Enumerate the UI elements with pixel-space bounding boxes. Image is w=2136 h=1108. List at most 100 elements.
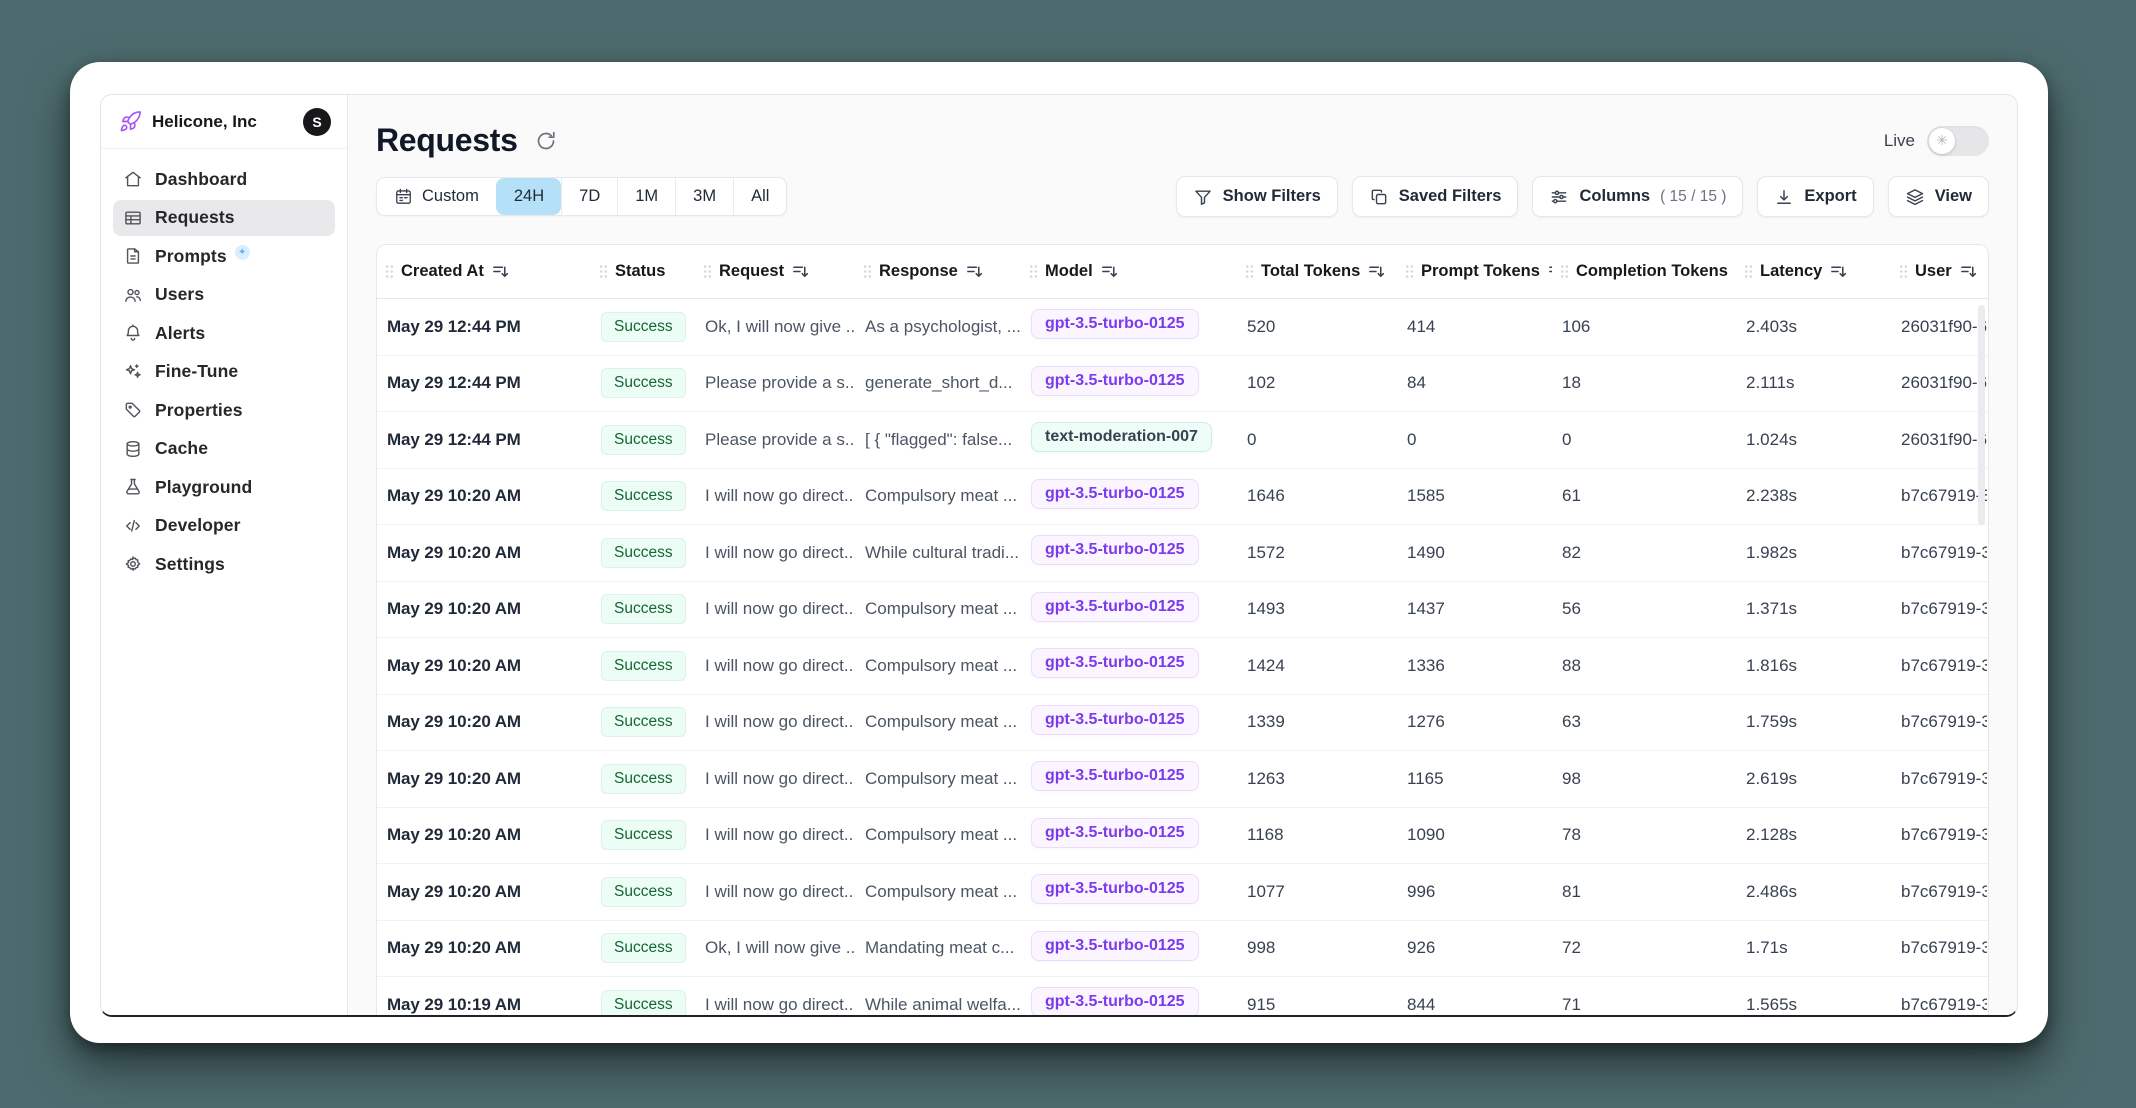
table-row[interactable]: May 29 10:20 AMSuccessI will now go dire… — [377, 582, 1988, 639]
requests-table: Created AtStatusRequestResponseModelTota… — [376, 244, 1989, 1015]
cell-response: While animal welfa... — [855, 995, 1021, 1015]
time-range-7d[interactable]: 7D — [561, 178, 617, 215]
column-label: Latency — [1760, 262, 1822, 281]
model-badge: gpt-3.5-turbo-0125 — [1031, 987, 1199, 1015]
sidebar-item-alerts[interactable]: Alerts — [113, 315, 335, 351]
column-header-completion-tokens[interactable]: Completion Tokens — [1552, 262, 1736, 281]
table-row[interactable]: May 29 12:44 PMSuccessPlease provide a s… — [377, 356, 1988, 413]
cell-completion-tokens: 63 — [1552, 712, 1736, 732]
gear-icon — [123, 554, 143, 574]
cell-prompt-tokens: 844 — [1397, 995, 1552, 1015]
sidebar-item-cache[interactable]: Cache — [113, 431, 335, 467]
column-label: Completion Tokens — [1576, 262, 1728, 281]
table-row[interactable]: May 29 10:20 AMSuccessI will now go dire… — [377, 695, 1988, 752]
table-row[interactable]: May 29 12:44 PMSuccessPlease provide a s… — [377, 412, 1988, 469]
sidebar-item-playground[interactable]: Playground — [113, 469, 335, 505]
sort-icon[interactable] — [965, 262, 984, 281]
cell-status: Success — [591, 990, 695, 1015]
show-filters-button[interactable]: Show Filters — [1176, 176, 1338, 217]
avatar[interactable]: S — [303, 108, 331, 136]
refresh-icon[interactable] — [534, 129, 558, 153]
drag-handle-icon[interactable] — [1899, 264, 1908, 279]
column-header-response[interactable]: Response — [855, 262, 1021, 281]
column-header-request[interactable]: Request — [695, 262, 855, 281]
sidebar-item-settings[interactable]: Settings — [113, 546, 335, 582]
sort-icon[interactable] — [1829, 262, 1848, 281]
table-row[interactable]: May 29 10:20 AMSuccessI will now go dire… — [377, 808, 1988, 865]
sort-icon[interactable] — [491, 262, 510, 281]
drag-handle-icon[interactable] — [1029, 264, 1038, 279]
status-badge: Success — [601, 312, 686, 342]
drag-handle-icon[interactable] — [1560, 264, 1569, 279]
scrollbar-thumb[interactable] — [1978, 305, 1985, 525]
sort-icon[interactable] — [1367, 262, 1386, 281]
cell-status: Success — [591, 481, 695, 511]
home-icon — [123, 169, 143, 189]
sidebar-item-prompts[interactable]: Prompts✦ — [113, 238, 335, 274]
column-header-model[interactable]: Model — [1021, 262, 1237, 281]
sparkle-badge-icon: ✦ — [235, 245, 250, 260]
time-range-all[interactable]: All — [733, 178, 786, 215]
live-toggle[interactable]: ✳ — [1927, 126, 1989, 156]
sidebar-item-label: Dashboard — [155, 169, 247, 190]
table-row[interactable]: May 29 12:44 PMSuccessOk, I will now giv… — [377, 299, 1988, 356]
table-row[interactable]: May 29 10:20 AMSuccessOk, I will now giv… — [377, 921, 1988, 978]
time-range-24h[interactable]: 24H — [496, 178, 561, 215]
org-switcher[interactable]: Helicone, Inc S — [101, 95, 347, 149]
cell-completion-tokens: 82 — [1552, 543, 1736, 563]
sidebar-item-dashboard[interactable]: Dashboard — [113, 161, 335, 197]
export-button[interactable]: Export — [1757, 176, 1873, 217]
drag-handle-icon[interactable] — [1744, 264, 1753, 279]
cell-request: I will now go direct... — [695, 486, 855, 506]
sort-icon[interactable] — [1100, 262, 1119, 281]
sidebar-item-fine-tune[interactable]: Fine-Tune — [113, 354, 335, 390]
sidebar-item-developer[interactable]: Developer — [113, 508, 335, 544]
sort-icon[interactable] — [791, 262, 810, 281]
table-row[interactable]: May 29 10:20 AMSuccessI will now go dire… — [377, 525, 1988, 582]
drag-handle-icon[interactable] — [863, 264, 872, 279]
drag-handle-icon[interactable] — [703, 264, 712, 279]
cell-request: I will now go direct... — [695, 543, 855, 563]
saved-filters-button[interactable]: Saved Filters — [1352, 176, 1519, 217]
table-row[interactable]: May 29 10:20 AMSuccessI will now go dire… — [377, 864, 1988, 921]
column-header-status[interactable]: Status — [591, 262, 695, 281]
sort-icon[interactable] — [1959, 262, 1978, 281]
column-header-created-at[interactable]: Created At — [377, 262, 591, 281]
time-range-3m[interactable]: 3M — [675, 178, 733, 215]
time-range-custom[interactable]: Custom — [377, 178, 496, 215]
model-badge: gpt-3.5-turbo-0125 — [1031, 366, 1199, 396]
table-row[interactable]: May 29 10:20 AMSuccessI will now go dire… — [377, 751, 1988, 808]
button-suffix: ( 15 / 15 ) — [1660, 188, 1726, 206]
time-range-1m[interactable]: 1M — [617, 178, 675, 215]
cell-response: Compulsory meat ... — [855, 825, 1021, 845]
sidebar-item-properties[interactable]: Properties — [113, 392, 335, 428]
cell-model: gpt-3.5-turbo-0125 — [1021, 705, 1237, 740]
model-badge: gpt-3.5-turbo-0125 — [1031, 309, 1199, 339]
column-header-prompt-tokens[interactable]: Prompt Tokens — [1397, 262, 1552, 281]
cell-user: b7c67919-35 — [1891, 543, 1987, 563]
table-row[interactable]: May 29 10:20 AMSuccessI will now go dire… — [377, 638, 1988, 695]
cell-model: gpt-3.5-turbo-0125 — [1021, 479, 1237, 514]
column-header-user[interactable]: User — [1891, 262, 1987, 281]
cell-request: I will now go direct... — [695, 882, 855, 902]
cell-user: 26031f90-68 — [1891, 373, 1987, 393]
drag-handle-icon[interactable] — [1405, 264, 1414, 279]
table-row[interactable]: May 29 10:20 AMSuccessI will now go dire… — [377, 469, 1988, 526]
sidebar-item-requests[interactable]: Requests — [113, 200, 335, 236]
cell-user: b7c67919-35 — [1891, 995, 1987, 1015]
time-range-group: Custom24H7D1M3MAll — [376, 177, 787, 216]
cell-prompt-tokens: 1490 — [1397, 543, 1552, 563]
drag-handle-icon[interactable] — [1245, 264, 1254, 279]
status-badge: Success — [601, 368, 686, 398]
view-button[interactable]: View — [1888, 176, 1989, 217]
cell-status: Success — [591, 933, 695, 963]
column-header-total-tokens[interactable]: Total Tokens — [1237, 262, 1397, 281]
columns-button[interactable]: Columns( 15 / 15 ) — [1532, 176, 1743, 217]
table-row[interactable]: May 29 10:19 AMSuccessI will now go dire… — [377, 977, 1988, 1015]
cell-total-tokens: 998 — [1237, 938, 1397, 958]
sidebar-item-users[interactable]: Users — [113, 277, 335, 313]
column-header-latency[interactable]: Latency — [1736, 262, 1891, 281]
drag-handle-icon[interactable] — [385, 264, 394, 279]
drag-handle-icon[interactable] — [599, 264, 608, 279]
cell-completion-tokens: 71 — [1552, 995, 1736, 1015]
